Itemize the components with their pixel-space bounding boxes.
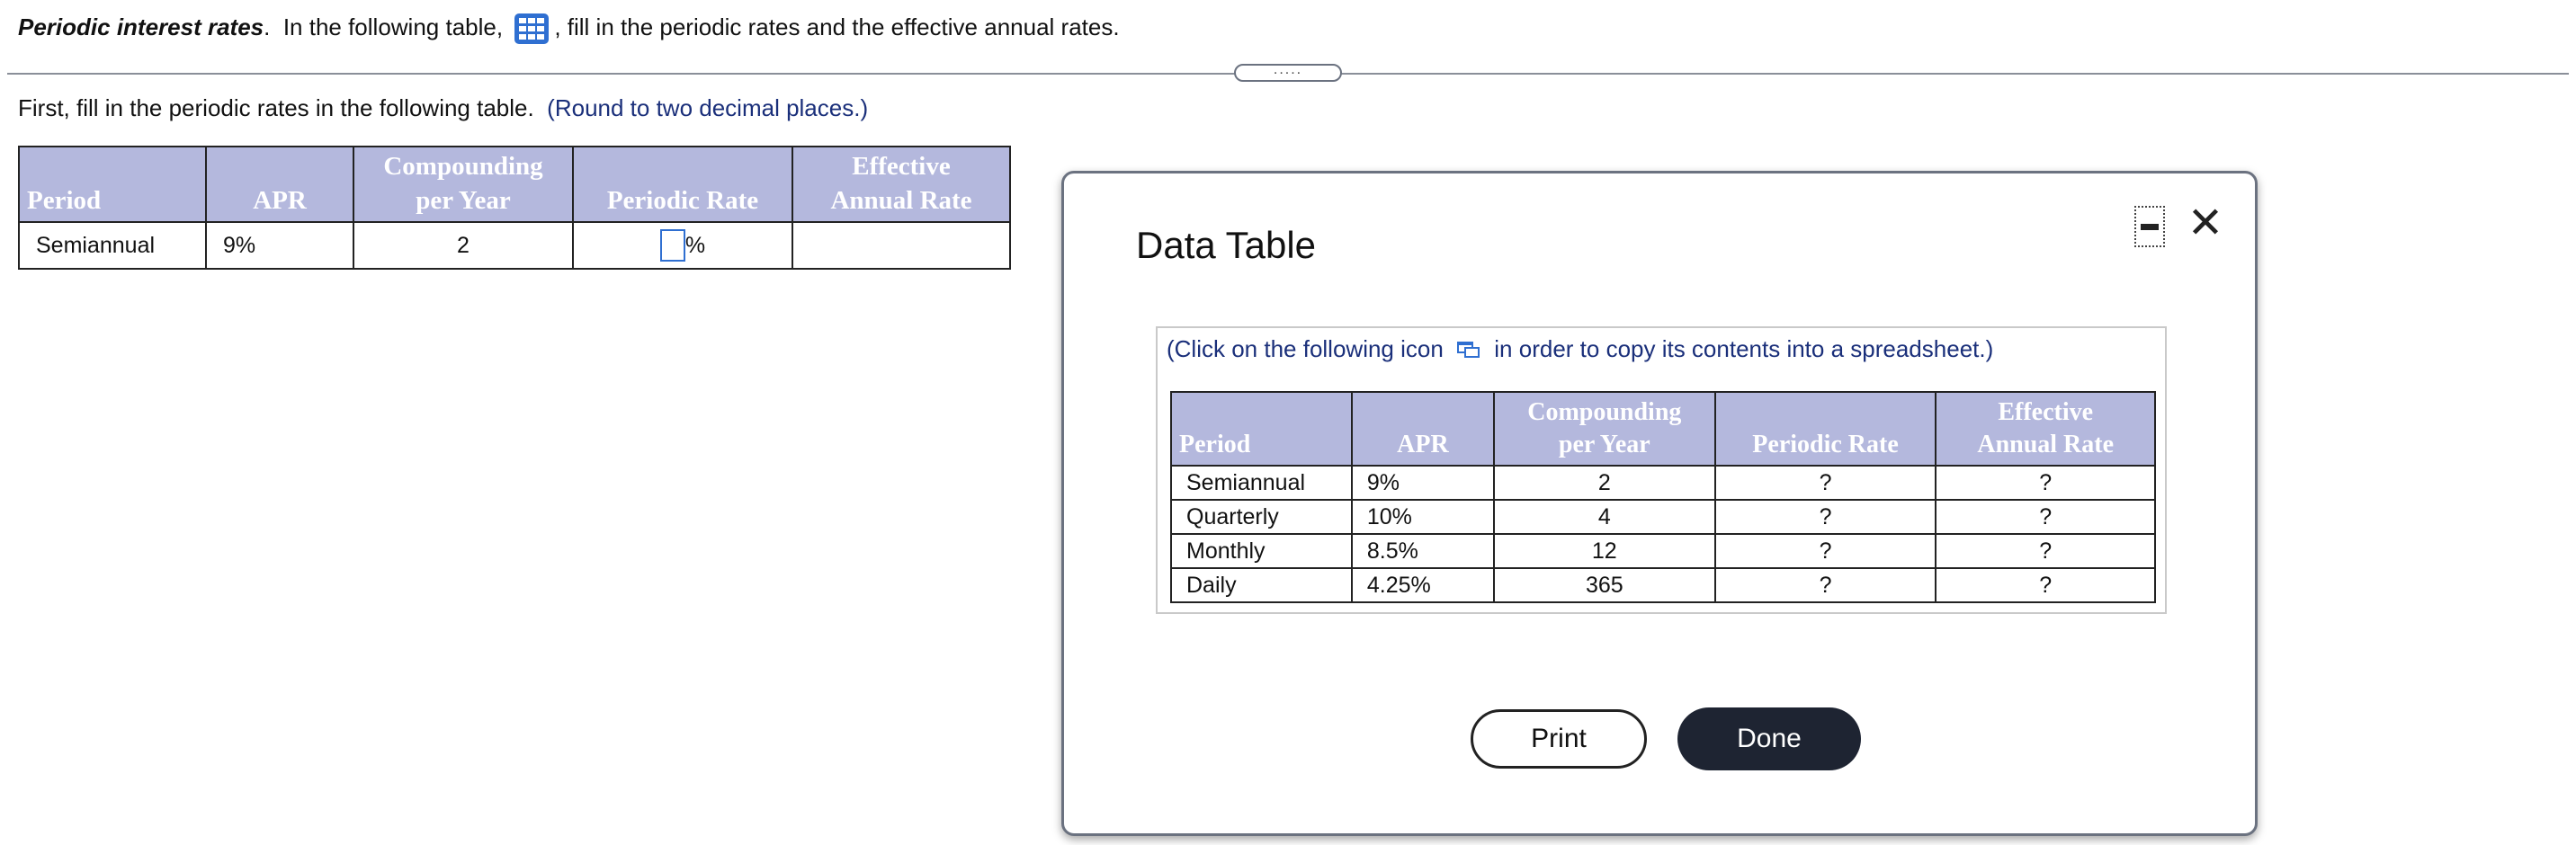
data-table-header-row: Period APR Compounding per Year Periodic… (1170, 391, 2156, 467)
table-row: Daily 4.25% 365 ? ? (1170, 567, 2156, 603)
dt-cell-apr: 9% (1350, 465, 1495, 501)
dt-col-header-effective-annual-rate: Effective Annual Rate (1935, 391, 2156, 467)
dt-cell-period: Monthly (1170, 533, 1353, 569)
col-header-compounding-line1: Compounding (383, 152, 543, 181)
copy-note-before-icon: (Click on the following icon (1167, 335, 1444, 362)
divider-grip-handle[interactable]: ..... (1234, 63, 1342, 82)
rounding-hint: (Round to two decimal places.) (547, 94, 869, 121)
copy-note-after-icon: in order to copy its contents into a spr… (1494, 335, 1994, 362)
dt-cell-periodic-rate: ? (1713, 567, 1937, 603)
done-button[interactable]: Done (1677, 707, 1861, 770)
dt-col-header-ear-line1: Effective (1998, 398, 2094, 426)
dt-cell-compounding: 4 (1492, 499, 1716, 535)
col-header-compounding: Compounding per Year (353, 146, 574, 223)
dt-col-header-compounding-line1: Compounding (1527, 398, 1682, 426)
col-header-periodic-rate: Periodic Rate (572, 146, 793, 223)
dt-col-header-periodic-rate: Periodic Rate (1713, 391, 1937, 467)
dt-cell-period: Semiannual (1170, 465, 1353, 501)
dt-cell-effective-annual-rate: ? (1935, 465, 2156, 501)
cell-compounding: 2 (353, 221, 574, 270)
dt-cell-effective-annual-rate: ? (1935, 567, 2156, 603)
col-header-ear-line1: Effective (852, 152, 951, 181)
table-row: Monthly 8.5% 12 ? ? (1170, 533, 2156, 569)
question-table-header-row: Period APR Compounding per Year Periodic… (18, 146, 1011, 223)
print-button[interactable]: Print (1471, 709, 1647, 769)
percent-unit: % (684, 232, 706, 258)
close-icon[interactable]: ✕ (2185, 200, 2226, 247)
question-title: Periodic interest rates (18, 13, 264, 40)
question-header: Periodic interest rates. In the followin… (18, 11, 1120, 45)
cell-effective-annual-rate (792, 221, 1011, 270)
cell-periodic-rate: % (572, 221, 793, 270)
header-text-after-icon: , fill in the periodic rates and the eff… (554, 13, 1120, 40)
table-row: Semiannual 9% 2 % (18, 221, 1011, 270)
instruction-text: First, fill in the periodic rates in the… (18, 94, 534, 121)
col-header-ear-line2: Annual Rate (830, 186, 972, 215)
dt-cell-periodic-rate: ? (1713, 533, 1937, 569)
instruction-line: First, fill in the periodic rates in the… (18, 93, 868, 122)
data-table-dialog: Data Table ✕ (Click on the following ico… (1061, 171, 2258, 836)
table-row: Semiannual 9% 2 ? ? (1170, 465, 2156, 501)
dt-col-header-compounding: Compounding per Year (1492, 391, 1716, 467)
dt-cell-period: Quarterly (1170, 499, 1353, 535)
dt-col-header-period: Period (1170, 391, 1353, 467)
copy-spreadsheet-icon[interactable] (1457, 337, 1480, 365)
dt-cell-apr: 8.5% (1350, 533, 1495, 569)
dt-col-header-ear-line2: Annual Rate (1977, 431, 2115, 458)
dt-cell-compounding: 12 (1492, 533, 1716, 569)
dt-cell-effective-annual-rate: ? (1935, 533, 2156, 569)
col-header-period: Period (18, 146, 207, 223)
question-title-period: . (264, 13, 271, 40)
question-table: Period APR Compounding per Year Periodic… (18, 146, 1011, 270)
minimize-icon[interactable] (2134, 206, 2165, 247)
dt-col-header-apr: APR (1350, 391, 1495, 467)
copy-instruction: (Click on the following icon in order to… (1167, 335, 1993, 365)
dt-cell-periodic-rate: ? (1713, 465, 1937, 501)
periodic-rate-input[interactable] (659, 229, 685, 262)
cell-period: Semiannual (18, 221, 207, 270)
dt-cell-effective-annual-rate: ? (1935, 499, 2156, 535)
dt-cell-compounding: 2 (1492, 465, 1716, 501)
dt-col-header-compounding-line2: per Year (1558, 431, 1650, 458)
periodic-rate-answer: % (659, 229, 706, 262)
col-header-compounding-line2: per Year (416, 186, 511, 215)
col-header-apr: APR (205, 146, 354, 223)
dt-cell-periodic-rate: ? (1713, 499, 1937, 535)
dt-cell-apr: 4.25% (1350, 567, 1495, 603)
dialog-title: Data Table (1136, 224, 1317, 266)
table-grid-icon[interactable] (514, 13, 550, 45)
data-table-frame: (Click on the following icon in order to… (1156, 326, 2167, 614)
header-text-before-icon: In the following table, (282, 13, 504, 40)
col-header-effective-annual-rate: Effective Annual Rate (792, 146, 1011, 223)
data-table: Period APR Compounding per Year Periodic… (1170, 391, 2156, 603)
table-row: Quarterly 10% 4 ? ? (1170, 499, 2156, 535)
dt-cell-compounding: 365 (1492, 567, 1716, 603)
cell-apr: 9% (205, 221, 354, 270)
dt-cell-period: Daily (1170, 567, 1353, 603)
dt-cell-apr: 10% (1350, 499, 1495, 535)
